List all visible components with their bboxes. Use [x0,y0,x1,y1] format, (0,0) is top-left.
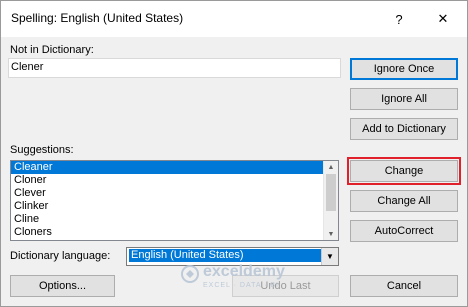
dictionary-language-label: Dictionary language: [10,250,111,262]
scroll-thumb[interactable] [326,174,336,211]
dictionary-language-value: English (United States) [129,249,321,262]
ignore-all-button[interactable]: Ignore All [350,88,458,110]
close-button[interactable]: ✕ [429,7,457,31]
watermark: exceldemy EXCEL · DATA · BI [181,263,341,297]
suggestions-scrollbar[interactable]: ▲ ▼ [323,161,338,240]
add-to-dictionary-button[interactable]: Add to Dictionary [350,118,458,140]
ignore-once-button[interactable]: Ignore Once [350,58,458,80]
suggestion-item[interactable]: Cloners [11,226,338,239]
suggestions-rows: Cleaner Cloner Clever Clinker Cline Cloners [11,161,338,239]
not-in-dictionary-label: Not in Dictionary: [10,44,94,56]
watermark-logo-icon [181,265,199,283]
title-bar: Spelling: English (United States) ? ✕ [1,1,467,37]
suggestion-item[interactable]: Cline [11,213,338,226]
suggestions-label: Suggestions: [10,144,74,156]
scroll-up-icon[interactable]: ▲ [324,161,338,173]
suggestion-item[interactable]: Clinker [11,200,338,213]
cancel-button[interactable]: Cancel [350,275,458,297]
suggestion-item[interactable]: Cloner [11,174,338,187]
not-in-dictionary-value: Clener [11,61,44,73]
dialog-title: Spelling: English (United States) [11,11,184,25]
watermark-tagline: EXCEL · DATA · BI [203,282,279,289]
options-button[interactable]: Options... [10,275,115,297]
scroll-down-icon[interactable]: ▼ [324,228,338,240]
suggestion-item[interactable]: Clever [11,187,338,200]
autocorrect-button[interactable]: AutoCorrect [350,220,458,242]
watermark-name: exceldemy [203,263,285,280]
change-button[interactable]: Change [347,157,461,185]
help-button[interactable]: ? [385,7,413,31]
change-all-button[interactable]: Change All [350,190,458,212]
spelling-dialog: Spelling: English (United States) ? ✕ No… [0,0,468,307]
suggestion-item[interactable]: Cleaner [11,161,338,174]
suggestions-list[interactable]: Cleaner Cloner Clever Clinker Cline Cloners ▲… [10,160,339,241]
not-in-dictionary-field[interactable]: Clener [8,58,341,78]
